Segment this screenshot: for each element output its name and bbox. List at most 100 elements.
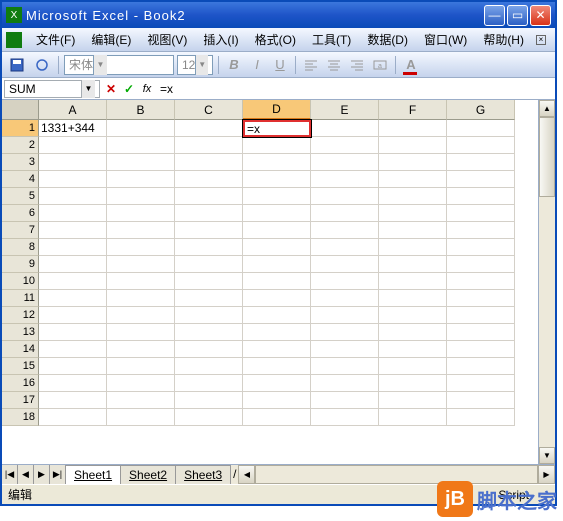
column-header[interactable]: F [379, 100, 447, 120]
cell[interactable] [243, 341, 311, 358]
cell[interactable] [107, 188, 175, 205]
cell[interactable] [243, 375, 311, 392]
menu-file[interactable]: 文件(F) [30, 29, 81, 50]
cell[interactable] [175, 290, 243, 307]
fx-button[interactable]: fx [138, 80, 156, 98]
cell[interactable] [379, 273, 447, 290]
menu-data[interactable]: 数据(D) [361, 29, 414, 50]
cell[interactable] [447, 392, 515, 409]
cell[interactable] [243, 205, 311, 222]
cell[interactable] [243, 273, 311, 290]
cell[interactable] [311, 307, 379, 324]
row-header[interactable]: 17 [2, 392, 39, 409]
cell[interactable] [447, 120, 515, 137]
cell[interactable] [243, 222, 311, 239]
row-header[interactable]: 2 [2, 137, 39, 154]
underline-button[interactable]: U [270, 55, 290, 75]
close-button[interactable]: ✕ [530, 5, 551, 26]
cell[interactable] [379, 256, 447, 273]
scroll-down-button[interactable]: ▼ [539, 447, 555, 464]
cell[interactable] [175, 239, 243, 256]
row-header[interactable]: 12 [2, 307, 39, 324]
column-header[interactable]: E [311, 100, 379, 120]
select-all-button[interactable] [2, 100, 39, 120]
cell[interactable] [39, 290, 107, 307]
cell[interactable] [311, 409, 379, 426]
cell[interactable] [379, 358, 447, 375]
cell[interactable] [311, 137, 379, 154]
cell[interactable] [243, 239, 311, 256]
sheet-tab-2[interactable]: Sheet2 [121, 465, 176, 484]
cell[interactable] [379, 120, 447, 137]
scroll-thumb[interactable] [539, 117, 555, 197]
cell[interactable] [107, 222, 175, 239]
cell[interactable] [311, 273, 379, 290]
cell[interactable] [107, 273, 175, 290]
row-header[interactable]: 11 [2, 290, 39, 307]
maximize-button[interactable]: ▭ [507, 5, 528, 26]
cell[interactable] [311, 154, 379, 171]
cell[interactable] [311, 324, 379, 341]
cell[interactable] [379, 290, 447, 307]
cell[interactable]: 1331+344 [39, 120, 107, 137]
cell[interactable] [107, 120, 175, 137]
merge-center-button[interactable]: a [370, 55, 390, 75]
cell[interactable] [107, 205, 175, 222]
column-header[interactable]: D [243, 100, 311, 120]
cell[interactable] [447, 205, 515, 222]
cell[interactable] [447, 137, 515, 154]
cell[interactable] [379, 222, 447, 239]
cell[interactable] [447, 239, 515, 256]
menu-view[interactable]: 视图(V) [141, 29, 193, 50]
cell[interactable] [379, 409, 447, 426]
cell[interactable] [243, 324, 311, 341]
cell[interactable] [311, 358, 379, 375]
cell[interactable] [447, 409, 515, 426]
cell[interactable] [107, 239, 175, 256]
cell[interactable] [107, 307, 175, 324]
cell[interactable] [107, 341, 175, 358]
cell[interactable] [39, 409, 107, 426]
cell[interactable] [379, 154, 447, 171]
prev-sheet-button[interactable]: ◀ [18, 465, 34, 484]
cell[interactable] [243, 171, 311, 188]
row-header[interactable]: 9 [2, 256, 39, 273]
next-sheet-button[interactable]: ▶ [34, 465, 50, 484]
row-header[interactable]: 6 [2, 205, 39, 222]
column-header[interactable]: B [107, 100, 175, 120]
permission-button[interactable] [31, 54, 53, 76]
cell[interactable] [39, 324, 107, 341]
cell[interactable] [243, 409, 311, 426]
cell[interactable] [447, 290, 515, 307]
save-button[interactable] [6, 54, 28, 76]
cell[interactable] [107, 154, 175, 171]
cell[interactable] [39, 137, 107, 154]
chevron-down-icon[interactable]: ▼ [93, 55, 107, 75]
cell[interactable] [107, 171, 175, 188]
font-color-button[interactable]: A [401, 55, 421, 75]
cell[interactable] [243, 154, 311, 171]
cell[interactable] [175, 171, 243, 188]
sheet-tab-1[interactable]: Sheet1 [66, 465, 121, 484]
cell[interactable] [379, 239, 447, 256]
row-header[interactable]: 16 [2, 375, 39, 392]
align-right-button[interactable] [347, 55, 367, 75]
cell[interactable] [447, 154, 515, 171]
cell[interactable] [175, 154, 243, 171]
cell[interactable] [311, 375, 379, 392]
cell[interactable] [311, 222, 379, 239]
row-header[interactable]: 15 [2, 358, 39, 375]
row-header[interactable]: 7 [2, 222, 39, 239]
cell[interactable] [311, 341, 379, 358]
scroll-up-button[interactable]: ▲ [539, 100, 555, 117]
scroll-left-button[interactable]: ◀ [238, 465, 255, 484]
cell[interactable] [107, 392, 175, 409]
cell[interactable] [447, 307, 515, 324]
menu-help[interactable]: 帮助(H) [477, 29, 530, 50]
cell[interactable] [243, 188, 311, 205]
cell[interactable] [243, 137, 311, 154]
menu-tools[interactable]: 工具(T) [306, 29, 357, 50]
column-header[interactable]: A [39, 100, 107, 120]
cell[interactable] [447, 358, 515, 375]
cell[interactable] [379, 341, 447, 358]
